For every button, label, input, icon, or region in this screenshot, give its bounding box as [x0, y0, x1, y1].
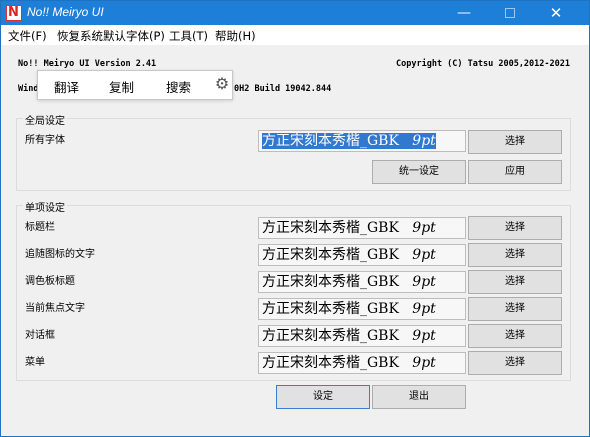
item-label-titlebar: 标题栏 — [25, 222, 55, 233]
version-text: No!! Meiryo UI Version 2.41 — [18, 59, 157, 69]
copyright-text: Copyright (C) Tatsu 2005,2012-2021 — [396, 59, 570, 69]
all-fonts-choose-button[interactable]: 选择 — [468, 130, 562, 154]
exit-button[interactable]: 退出 — [372, 385, 466, 409]
item-choose-button-menu[interactable]: 选择 — [468, 351, 562, 375]
item-font-size: 9pt — [412, 247, 436, 263]
all-fonts-field[interactable]: 方正宋刻本秀楷_GBK 9pt — [258, 130, 466, 152]
app-window: N No!! Meiryo UI — ✕ 文件(F) 恢复系统默认字体(P) 工… — [0, 0, 590, 437]
copy-button[interactable]: 复制 — [109, 77, 134, 96]
all-fonts-label: 所有字体 — [25, 135, 65, 146]
item-label-menu: 菜单 — [25, 357, 45, 368]
item-font-name: 方正宋刻本秀楷_GBK — [262, 247, 399, 263]
menu-restore-default-font[interactable]: 恢复系统默认字体(P) — [57, 28, 165, 44]
item-font-name: 方正宋刻本秀楷_GBK — [262, 274, 399, 290]
minimize-icon: — — [457, 5, 471, 21]
item-font-name: 方正宋刻本秀楷_GBK — [262, 355, 399, 371]
menu-help[interactable]: 帮助(H) — [215, 28, 256, 44]
global-settings-title: 全局设定 — [23, 112, 67, 127]
item-font-size: 9pt — [412, 301, 436, 317]
item-font-name: 方正宋刻本秀楷_GBK — [262, 220, 399, 236]
menu-bar: 文件(F) 恢复系统默认字体(P) 工具(T) 帮助(H) — [1, 25, 589, 45]
menu-tools[interactable]: 工具(T) — [169, 28, 208, 44]
minimize-button[interactable]: — — [441, 1, 487, 25]
item-choose-button-icon-text[interactable]: 选择 — [468, 243, 562, 267]
maximize-icon — [505, 8, 515, 18]
all-fonts-value: 方正宋刻本秀楷_GBK 9pt — [262, 133, 436, 149]
item-font-name: 方正宋刻本秀楷_GBK — [262, 301, 399, 317]
item-choose-button-titlebar[interactable]: 选择 — [468, 216, 562, 240]
item-label-focus-text: 当前焦点文字 — [25, 303, 85, 314]
unify-settings-button[interactable]: 统一设定 — [372, 160, 466, 184]
gear-icon[interactable]: ⚙ — [213, 75, 231, 93]
item-field-icon-text[interactable]: 方正宋刻本秀楷_GBK 9pt — [258, 244, 466, 266]
item-choose-button-dialog[interactable]: 选择 — [468, 324, 562, 348]
item-label-icon-text: 追随图标的文字 — [25, 249, 95, 260]
close-icon: ✕ — [549, 4, 563, 22]
item-field-focus-text[interactable]: 方正宋刻本秀楷_GBK 9pt — [258, 298, 466, 320]
item-field-titlebar[interactable]: 方正宋刻本秀楷_GBK 9pt — [258, 217, 466, 239]
app-icon-glyph: N — [8, 5, 19, 20]
os-text-prefix: Wind — [18, 84, 39, 94]
all-fonts-font-name: 方正宋刻本秀楷_GBK — [262, 133, 399, 149]
item-field-menu[interactable]: 方正宋刻本秀楷_GBK 9pt — [258, 352, 466, 374]
title-bar[interactable]: N No!! Meiryo UI — ✕ — [1, 1, 589, 25]
item-font-size: 9pt — [412, 274, 436, 290]
item-field-dialog[interactable]: 方正宋刻本秀楷_GBK 9pt — [258, 325, 466, 347]
item-field-palette-title[interactable]: 方正宋刻本秀楷_GBK 9pt — [258, 271, 466, 293]
item-label-dialog: 对话框 — [25, 330, 55, 341]
item-label-palette-title: 调色板标题 — [25, 276, 75, 287]
item-font-size: 9pt — [412, 328, 436, 344]
window-title: No!! Meiryo UI — [27, 5, 104, 19]
item-choose-button-focus-text[interactable]: 选择 — [468, 297, 562, 321]
app-icon[interactable]: N — [6, 5, 22, 21]
apply-button[interactable]: 应用 — [468, 160, 562, 184]
item-font-name: 方正宋刻本秀楷_GBK — [262, 328, 399, 344]
translate-button[interactable]: 翻译 — [54, 77, 79, 96]
menu-file[interactable]: 文件(F) — [8, 28, 47, 44]
all-fonts-font-size: 9pt — [412, 133, 436, 149]
search-button[interactable]: 搜索 — [166, 77, 191, 96]
maximize-button[interactable] — [487, 1, 533, 25]
set-button[interactable]: 设定 — [276, 385, 370, 409]
floating-toolbar: 翻译 复制 搜索 ⚙ — [37, 70, 233, 100]
item-choose-button-palette-title[interactable]: 选择 — [468, 270, 562, 294]
item-font-size: 9pt — [412, 220, 436, 236]
os-build-text: 0H2 Build 19042.844 — [234, 84, 332, 94]
item-font-size: 9pt — [412, 355, 436, 371]
single-settings-title: 单项设定 — [23, 199, 67, 214]
close-button[interactable]: ✕ — [533, 1, 579, 25]
